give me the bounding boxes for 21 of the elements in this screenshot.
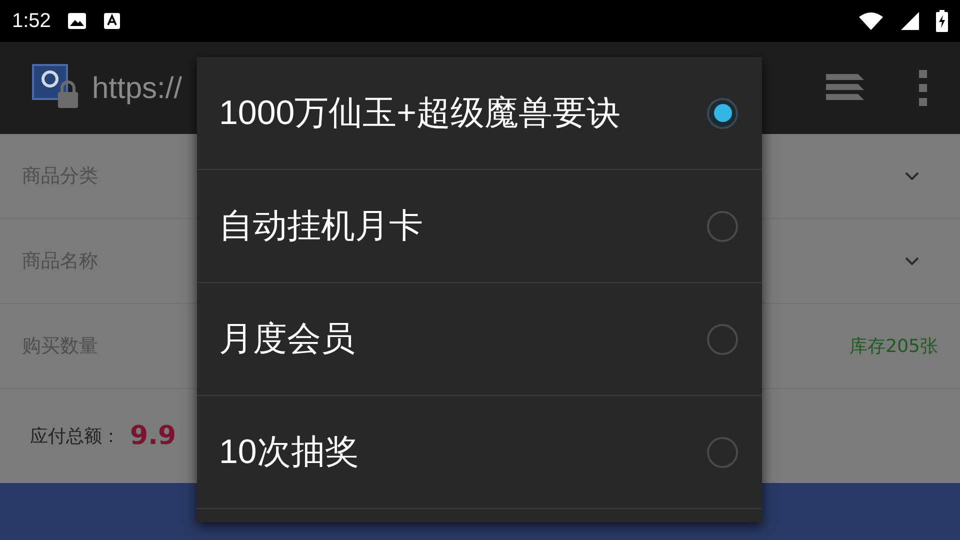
- radio-button[interactable]: [707, 210, 738, 242]
- more-icon[interactable]: [918, 69, 928, 107]
- wifi-icon: [858, 11, 884, 31]
- option-item[interactable]: 1000万仙玉+超级魔兽要诀: [197, 57, 762, 170]
- option-item[interactable]: 10次抽奖: [197, 396, 762, 509]
- stock-text: 库存205张: [850, 334, 938, 358]
- font-icon: [102, 12, 121, 30]
- total-label: 应付总额：: [30, 424, 120, 448]
- radio-button[interactable]: [707, 324, 738, 354]
- chevron-down-icon: [904, 171, 920, 181]
- image-icon: [66, 12, 87, 30]
- option-item[interactable]: 月度会员: [197, 283, 762, 396]
- chevron-down-icon: [904, 256, 920, 266]
- option-item[interactable]: 自动挂机月卡: [197, 170, 762, 283]
- radio-button[interactable]: [707, 98, 738, 128]
- clock: 1:52: [12, 9, 51, 34]
- total-amount: 9.9: [130, 420, 176, 452]
- url-text[interactable]: https://: [92, 66, 182, 110]
- signal-icon: [900, 11, 920, 31]
- battery-icon: [936, 10, 948, 32]
- radio-button[interactable]: [707, 436, 738, 468]
